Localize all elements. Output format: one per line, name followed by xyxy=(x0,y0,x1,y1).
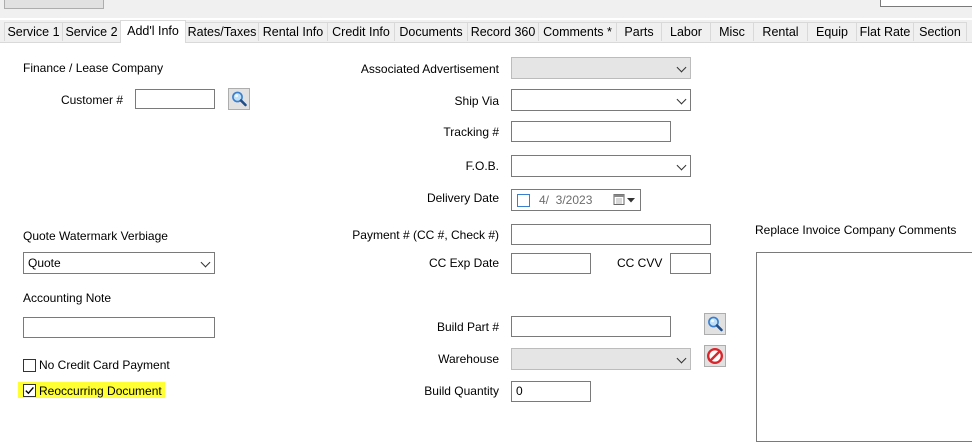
quote-watermark-label: Quote Watermark Verbiage xyxy=(23,229,168,243)
cc-exp-label: CC Exp Date xyxy=(428,256,499,270)
tab-comments[interactable]: Comments * xyxy=(538,22,617,41)
quote-watermark-value: Quote xyxy=(28,256,61,270)
fob-dropdown[interactable] xyxy=(511,155,691,177)
tracking-input[interactable] xyxy=(511,121,671,142)
chevron-down-icon xyxy=(676,353,687,364)
replace-comments-label: Replace Invoice Company Comments xyxy=(755,223,957,237)
chevron-down-icon xyxy=(200,257,211,268)
ship-via-dropdown[interactable] xyxy=(511,89,691,111)
fob-label: F.O.B. xyxy=(465,159,499,173)
payment-input[interactable] xyxy=(511,224,711,245)
chevron-down-icon xyxy=(676,62,687,73)
warehouse-clear-button[interactable] xyxy=(704,345,726,367)
magnifier-icon xyxy=(708,316,723,332)
top-field-partial[interactable] xyxy=(880,0,972,7)
chevron-down-icon xyxy=(676,160,687,171)
customer-search-button[interactable] xyxy=(228,88,250,110)
tab-rental-info[interactable]: Rental Info xyxy=(258,22,328,41)
tab-rates-taxes[interactable]: Rates/Taxes xyxy=(185,22,259,41)
delivery-date-checkbox[interactable] xyxy=(517,194,530,207)
tab-equip[interactable]: Equip xyxy=(807,22,857,41)
tab-section[interactable]: Section xyxy=(913,22,967,41)
tab-rental[interactable]: Rental xyxy=(753,22,808,41)
quote-watermark-dropdown[interactable]: Quote xyxy=(23,252,215,274)
top-strip xyxy=(0,0,972,18)
build-part-search-button[interactable] xyxy=(704,313,726,335)
accounting-note-label: Accounting Note xyxy=(23,291,112,305)
associated-ad-label: Associated Advertisement xyxy=(360,62,499,76)
warehouse-label: Warehouse xyxy=(438,352,499,366)
tab-flat-rate[interactable]: Flat Rate xyxy=(856,22,914,41)
tab-misc[interactable]: Misc xyxy=(710,22,754,41)
delivery-date-label: Delivery Date xyxy=(426,191,499,205)
checkmark-icon xyxy=(25,386,34,395)
tab-credit-info[interactable]: Credit Info xyxy=(327,22,395,41)
replace-comments-textarea[interactable] xyxy=(756,252,972,442)
tab-service-2[interactable]: Service 2 xyxy=(62,22,121,41)
magnifier-icon xyxy=(232,91,247,107)
no-credit-card-label: No Credit Card Payment xyxy=(39,358,170,372)
build-part-label: Build Part # xyxy=(436,320,499,334)
build-part-input[interactable] xyxy=(511,316,671,337)
no-credit-card-checkbox[interactable] xyxy=(23,359,36,372)
delivery-date-value: 4/ 3/2023 xyxy=(539,193,593,207)
tab-labor[interactable]: Labor xyxy=(661,22,711,41)
cc-exp-input[interactable] xyxy=(511,253,591,274)
warehouse-dropdown[interactable] xyxy=(511,348,691,370)
calendar-icon[interactable] xyxy=(613,193,637,207)
tab-documents[interactable]: Documents xyxy=(394,22,468,41)
tab-record-360[interactable]: Record 360 xyxy=(467,22,539,41)
associated-ad-dropdown[interactable] xyxy=(511,57,691,79)
build-qty-label: Build Quantity xyxy=(424,384,499,398)
reoccurring-label: Reoccurring Document xyxy=(39,384,162,398)
accounting-note-input[interactable] xyxy=(23,317,215,338)
no-entry-icon xyxy=(706,347,724,365)
customer-label: Customer # xyxy=(60,93,123,107)
customer-input[interactable] xyxy=(135,89,215,109)
tab-parts[interactable]: Parts xyxy=(616,22,662,41)
tab-addl-info[interactable]: Add'l Info xyxy=(120,20,186,43)
delivery-date-picker[interactable]: 4/ 3/2023 xyxy=(511,189,641,211)
cc-cvv-input[interactable] xyxy=(670,253,711,274)
payment-label: Payment # (CC #, Check #) xyxy=(352,228,499,242)
top-button-partial[interactable] xyxy=(4,0,104,9)
build-qty-input[interactable]: 0 xyxy=(511,381,591,402)
tab-service-1[interactable]: Service 1 xyxy=(4,22,63,41)
tracking-label: Tracking # xyxy=(443,125,499,139)
chevron-down-icon xyxy=(676,94,687,105)
reoccurring-checkbox[interactable] xyxy=(23,384,36,397)
tab-bar: Service 1 Service 2 Add'l Info Rates/Tax… xyxy=(0,20,972,43)
finance-lease-heading: Finance / Lease Company xyxy=(23,61,164,75)
ship-via-label: Ship Via xyxy=(454,94,499,108)
cc-cvv-label: CC CVV xyxy=(617,256,663,270)
